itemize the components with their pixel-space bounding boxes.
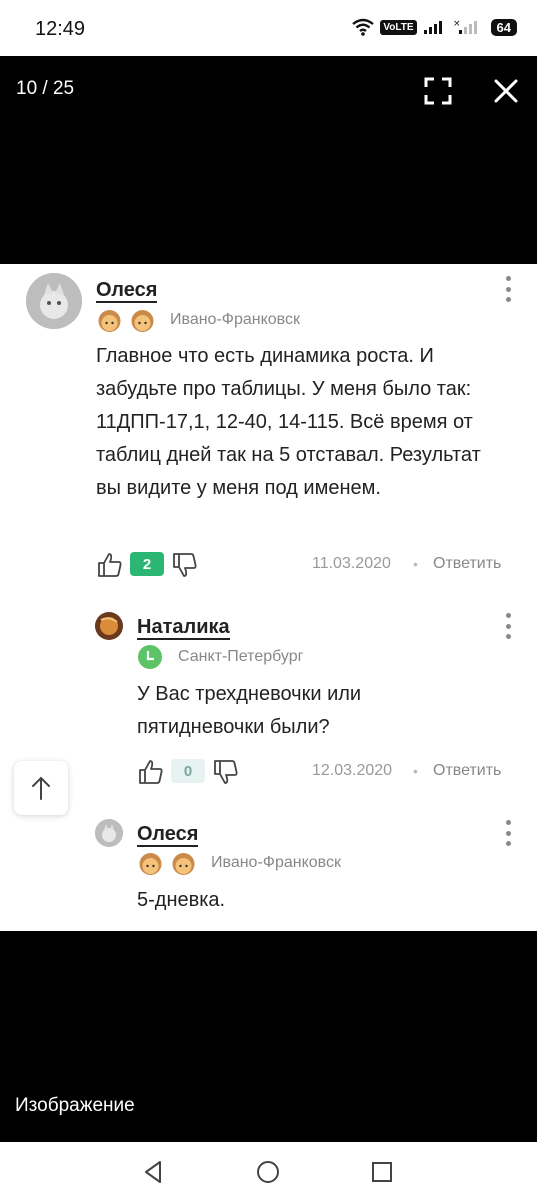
avatar <box>26 273 82 329</box>
home-icon[interactable] <box>254 1158 282 1186</box>
navigation-bar <box>0 1142 537 1200</box>
more-icon[interactable] <box>500 276 516 302</box>
back-icon[interactable] <box>140 1158 168 1186</box>
girl-emoji-icon <box>139 853 162 875</box>
wifi-icon <box>352 18 375 36</box>
image-counter: 10 / 25 <box>16 78 75 99</box>
thumbs-down-icon[interactable] <box>212 758 240 786</box>
close-icon <box>494 79 518 103</box>
thumbs-up-icon[interactable] <box>137 758 165 786</box>
thumbs-up-icon[interactable] <box>96 551 124 579</box>
close-button[interactable] <box>486 71 526 111</box>
comment-city: Ивано-Франковск <box>211 854 341 871</box>
separator-dot: • <box>413 556 418 572</box>
svg-text:×: × <box>453 19 461 29</box>
status-time: 12:49 <box>35 18 86 40</box>
more-icon[interactable] <box>500 820 516 846</box>
signal-icon: × <box>453 19 477 34</box>
rating-score: 2 <box>130 552 164 576</box>
battery-indicator: 64 <box>490 18 517 36</box>
reply-button[interactable]: Ответить <box>433 762 501 780</box>
user-badges <box>137 851 197 878</box>
comment-city: Ивано-Франковск <box>170 311 300 328</box>
reply-button[interactable]: Ответить <box>433 555 501 573</box>
scroll-top-button[interactable] <box>14 761 68 815</box>
fullscreen-icon <box>424 77 452 105</box>
green-badge-icon <box>138 645 162 669</box>
image-content: Олеся Ивано-Франковск Главное что есть д… <box>0 264 537 931</box>
user-badges <box>96 308 156 335</box>
signal-icon <box>423 21 442 34</box>
comment-author[interactable]: Олеся <box>96 279 158 303</box>
girl-emoji-icon <box>172 853 195 875</box>
girl-emoji-icon <box>98 310 121 332</box>
rating-score: 0 <box>171 759 205 783</box>
comment-author[interactable]: Наталика <box>137 616 230 640</box>
girl-emoji-icon <box>131 310 154 332</box>
avatar <box>95 612 123 640</box>
comment-text: Главное что есть динамика роста. И забуд… <box>96 345 481 499</box>
comment-city: Санкт-Петербург <box>178 648 304 665</box>
separator-dot: • <box>413 763 418 779</box>
status-bar: 12:49 VoLTE × 64 <box>0 0 537 56</box>
comment-date: 12.03.2020 <box>312 762 393 779</box>
comment-author[interactable]: Олеся <box>137 823 199 847</box>
image-caption: Изображение <box>15 1095 135 1116</box>
volte-badge: VoLTE <box>380 19 417 35</box>
avatar <box>95 819 123 847</box>
more-icon[interactable] <box>500 613 516 639</box>
viewer-header: 10 / 25 <box>0 56 537 264</box>
fullscreen-button[interactable] <box>418 71 458 111</box>
comment-text: 5-дневка. <box>137 889 226 911</box>
arrow-up-icon <box>32 776 50 800</box>
thumbs-down-icon[interactable] <box>171 551 199 579</box>
comment-text: У Вас трехдневочки или пятидневочки были… <box>137 683 362 738</box>
recents-icon[interactable] <box>368 1158 396 1186</box>
comment-date: 11.03.2020 <box>312 555 391 572</box>
